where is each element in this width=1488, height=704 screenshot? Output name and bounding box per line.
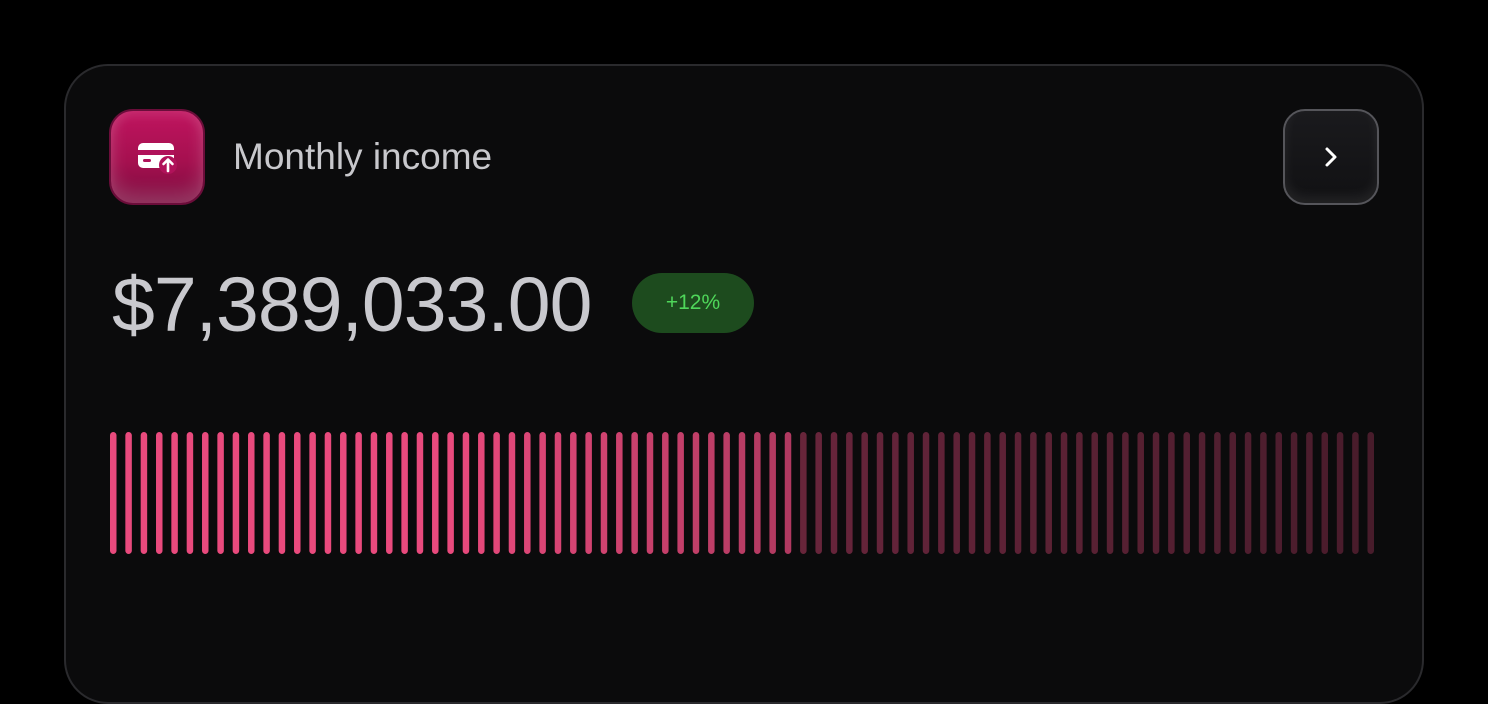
progress-bar-filled [447,432,454,554]
progress-bar-empty [1168,432,1175,554]
progress-bar-empty [1275,432,1282,554]
progress-bar-empty [1367,432,1374,554]
progress-bar-filled [600,432,608,554]
progress-bar-empty [1060,432,1068,554]
progress-bar-empty [1076,432,1083,554]
progress-bar-filled [524,432,531,554]
progress-bar-empty [846,432,853,554]
progress-bar-empty [922,432,930,554]
progress-bar-filled [202,432,209,554]
progress-bar-filled [554,432,562,554]
progress-bar-empty [800,432,807,554]
progress-bar-empty [1014,432,1022,554]
progress-bar-filled [646,432,654,554]
progress-bar-filled [140,432,148,554]
progress-bar-empty [1290,432,1298,554]
income-amount: $7,389,033.00 [112,262,592,348]
progress-bar-filled [401,432,408,554]
progress-bar-filled [784,432,792,554]
progress-bar-empty [1214,432,1221,554]
progress-bar-empty [1321,432,1328,554]
progress-bar-filled [677,432,684,554]
progress-bar-filled [324,432,332,554]
progress-bar-empty [953,432,960,554]
progress-bar-filled [462,432,470,554]
progress-bar-filled [539,432,546,554]
progress-bar-empty [1306,432,1313,554]
progress-bar-filled [692,432,700,554]
progress-bar-filled [309,432,316,554]
progress-bar-filled [171,432,178,554]
progress-bar-filled [662,432,669,554]
progress-bar-filled [370,432,378,554]
progress-bar-empty [861,432,868,554]
progress-bar-filled [186,432,194,554]
progress-bar-filled [278,432,286,554]
progress-bar-filled [432,432,439,554]
progress-bar-empty [876,432,884,554]
progress-bar-empty [1352,432,1359,554]
progress-bar-filled [708,432,715,554]
progress-bar-filled [217,432,224,554]
progress-bar-empty [1244,432,1252,554]
progress-bar-empty [907,432,914,554]
progress-bar-filled [616,432,623,554]
progress-bar-filled [355,432,362,554]
progress-bar-empty [1183,432,1190,554]
progress-bar-empty [1045,432,1052,554]
progress-bar-empty [1091,432,1098,554]
progress-bar-filled [110,432,117,554]
progress-bar-filled [232,432,240,554]
progress-bar-filled [769,432,776,554]
progress-bar-filled [508,432,516,554]
progress-bar-filled [738,432,746,554]
progress-bar-filled [386,432,393,554]
progress-bar-filled [754,432,761,554]
progress-bar-empty [815,432,822,554]
progress-bar-filled [248,432,255,554]
progress-bar-empty [999,432,1006,554]
card-upload-icon [109,109,205,205]
progress-bar-empty [1137,432,1144,554]
progress-bar-empty [968,432,976,554]
progress-bar-empty [1152,432,1160,554]
progress-bar-empty [1336,432,1344,554]
income-card: Monthly income $7,389,033.00 +12% [64,64,1424,704]
progress-bar-filled [294,432,301,554]
progress-bar-filled [340,432,347,554]
progress-bar-filled [478,432,485,554]
progress-bar-filled [570,432,577,554]
progress-bar-empty [892,432,899,554]
progress-bar-empty [1030,432,1037,554]
progress-bar-empty [1122,432,1129,554]
income-progress-bars [110,432,1374,554]
progress-bar-empty [984,432,991,554]
progress-bar-empty [1198,432,1206,554]
progress-bar-empty [938,432,945,554]
progress-bar-filled [631,432,638,554]
progress-bar-filled [416,432,424,554]
progress-bar-filled [493,432,500,554]
change-badge: +12% [632,273,754,333]
progress-bar-filled [156,432,163,554]
card-title: Monthly income [233,136,493,177]
progress-bar-empty [1229,432,1236,554]
progress-bar-empty [1260,432,1267,554]
open-details-button[interactable] [1283,109,1379,205]
chevron-right-icon [1325,147,1337,167]
progress-bar-filled [723,432,730,554]
progress-bar-empty [1106,432,1114,554]
progress-bar-filled [125,432,132,554]
progress-bar-empty [830,432,838,554]
progress-bar-filled [585,432,592,554]
progress-bar-filled [263,432,270,554]
